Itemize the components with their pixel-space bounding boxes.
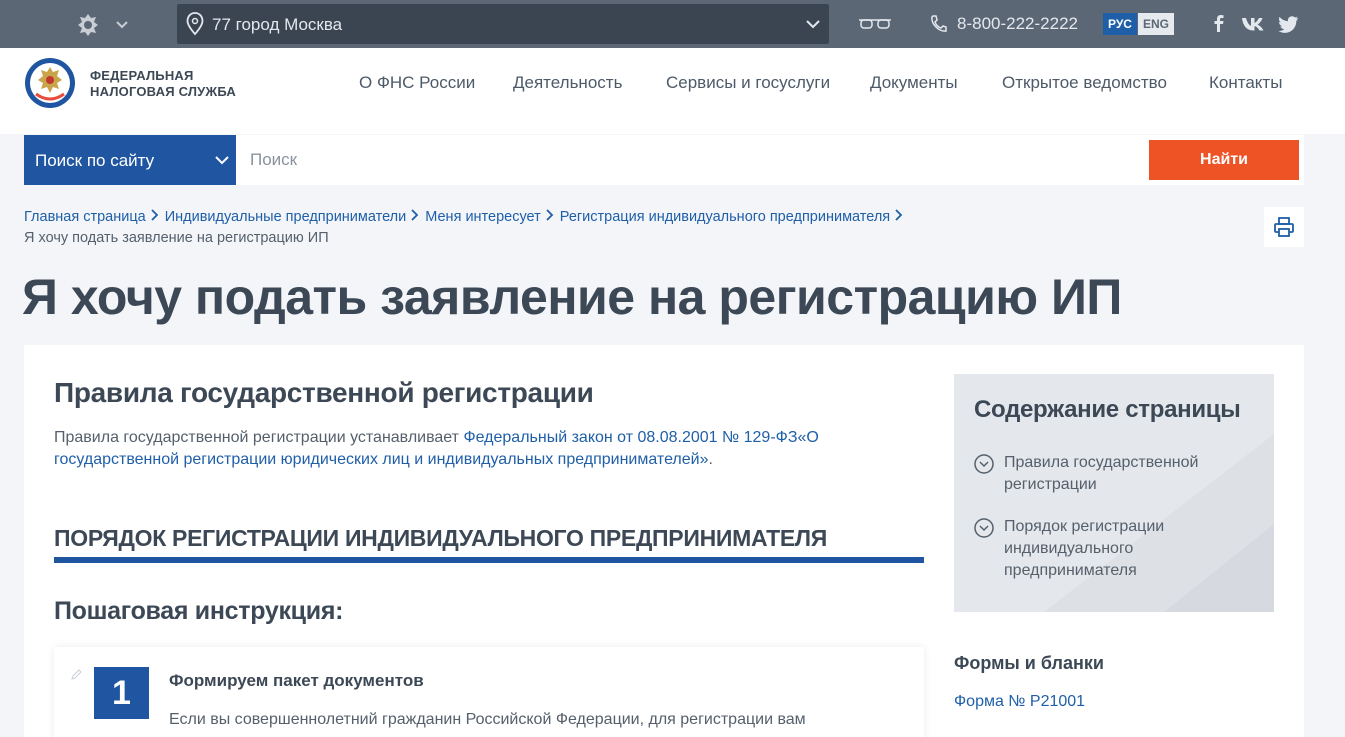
fns-logo[interactable] [24, 56, 76, 110]
chevron-circle-down-icon [974, 454, 994, 474]
printer-icon [1274, 217, 1294, 237]
section-heading-procedure: ПОРЯДОК РЕГИСТРАЦИИ ИНДИВИДУАЛЬНОГО ПРЕД… [54, 525, 827, 551]
logo-line-2: НАЛОГОВАЯ СЛУЖБА [90, 84, 237, 99]
step-by-step-heading: Пошаговая инструкция: [54, 597, 344, 625]
nav-open-agency[interactable]: Открытое ведомство [1002, 73, 1167, 93]
breadcrumb-entrepreneurs[interactable]: Индивидуальные предприниматели [165, 209, 407, 225]
section-heading-rules: Правила государственной регистрации [54, 377, 594, 408]
chevron-down-icon[interactable] [114, 16, 130, 32]
nav-services[interactable]: Сервисы и госуслуги [666, 73, 830, 93]
toc-item-rules[interactable]: Правила государственной регистрации [974, 452, 1264, 496]
pencil-icon [71, 669, 82, 680]
toc-title: Содержание страницы [974, 396, 1241, 423]
facebook-icon[interactable] [1208, 14, 1230, 34]
intro-paragraph: Правила государственной регистрации уста… [54, 427, 874, 471]
breadcrumb-home[interactable]: Главная страница [24, 209, 146, 225]
intro-end: . [708, 451, 713, 468]
top-bar: 77 город Москва 8-800-222-2222 РУС ENG [0, 0, 1345, 48]
chevron-down-icon [806, 20, 820, 29]
chevron-right-icon [895, 209, 903, 221]
step-title: Формируем пакет документов [169, 671, 424, 690]
lang-ru-button[interactable]: РУС [1103, 13, 1137, 35]
page-contents-panel: Содержание страницы Правила государствен… [954, 374, 1274, 612]
twitter-icon[interactable] [1278, 14, 1300, 34]
page-title: Я хочу подать заявление на регистрацию И… [22, 269, 1122, 325]
search-category-label: Поиск по сайту [35, 151, 155, 170]
emblem-icon[interactable] [74, 11, 102, 39]
forms-heading: Формы и бланки [954, 653, 1104, 673]
nav-documents[interactable]: Документы [870, 73, 958, 93]
breadcrumb-current: Я хочу подать заявление на регистрацию И… [24, 230, 329, 246]
breadcrumb: Главная страница Индивидуальные предприни… [24, 207, 1024, 249]
vk-icon[interactable] [1241, 14, 1269, 34]
chevron-down-icon [215, 156, 229, 165]
form-p21001-link[interactable]: Форма № Р21001 [954, 693, 1085, 711]
nav-about[interactable]: О ФНС России [359, 73, 475, 93]
site-header: ФЕДЕРАЛЬНАЯ НАЛОГОВАЯ СЛУЖБА О ФНС Росси… [0, 48, 1345, 134]
chevron-right-icon [411, 209, 419, 221]
search-input[interactable] [236, 135, 1304, 185]
location-pin-icon [186, 12, 204, 36]
region-selector[interactable]: 77 город Москва [177, 4, 829, 44]
toc-item-label: Порядок регистрации индивидуального пред… [1004, 518, 1165, 579]
search-button[interactable]: Найти [1149, 140, 1299, 180]
content-card: Правила государственной регистрации Прав… [24, 345, 1304, 737]
step-number: 1 [94, 667, 149, 719]
chevron-right-icon [151, 209, 158, 221]
step-card: 1 Формируем пакет документов Если вы сов… [54, 647, 924, 737]
phone-number[interactable]: 8-800-222-2222 [957, 14, 1078, 34]
nav-activity[interactable]: Деятельность [513, 73, 622, 93]
intro-text: Правила государственной регистрации уста… [54, 429, 464, 446]
chevron-right-icon [546, 209, 554, 221]
logo-text[interactable]: ФЕДЕРАЛЬНАЯ НАЛОГОВАЯ СЛУЖБА [90, 68, 236, 100]
step-text: Если вы совершеннолетний гражданин Росси… [169, 711, 806, 728]
nav-contacts[interactable]: Контакты [1209, 73, 1282, 93]
section-divider [54, 557, 924, 563]
chevron-circle-down-icon [974, 518, 994, 538]
accessibility-glasses-icon[interactable] [858, 16, 892, 32]
logo-line-1: ФЕДЕРАЛЬНАЯ [90, 68, 194, 83]
region-label: 77 город Москва [212, 15, 343, 34]
toc-item-procedure[interactable]: Порядок регистрации индивидуального пред… [974, 516, 1264, 582]
print-button[interactable] [1264, 207, 1304, 247]
toc-item-label: Правила государственной регистрации [1004, 454, 1199, 493]
lang-en-button[interactable]: ENG [1138, 13, 1175, 35]
breadcrumb-interests[interactable]: Меня интересует [425, 209, 541, 225]
search-category-dropdown[interactable]: Поиск по сайту [24, 135, 236, 185]
phone-icon [931, 15, 947, 32]
breadcrumb-registration[interactable]: Регистрация индивидуального предпринимат… [560, 209, 890, 225]
